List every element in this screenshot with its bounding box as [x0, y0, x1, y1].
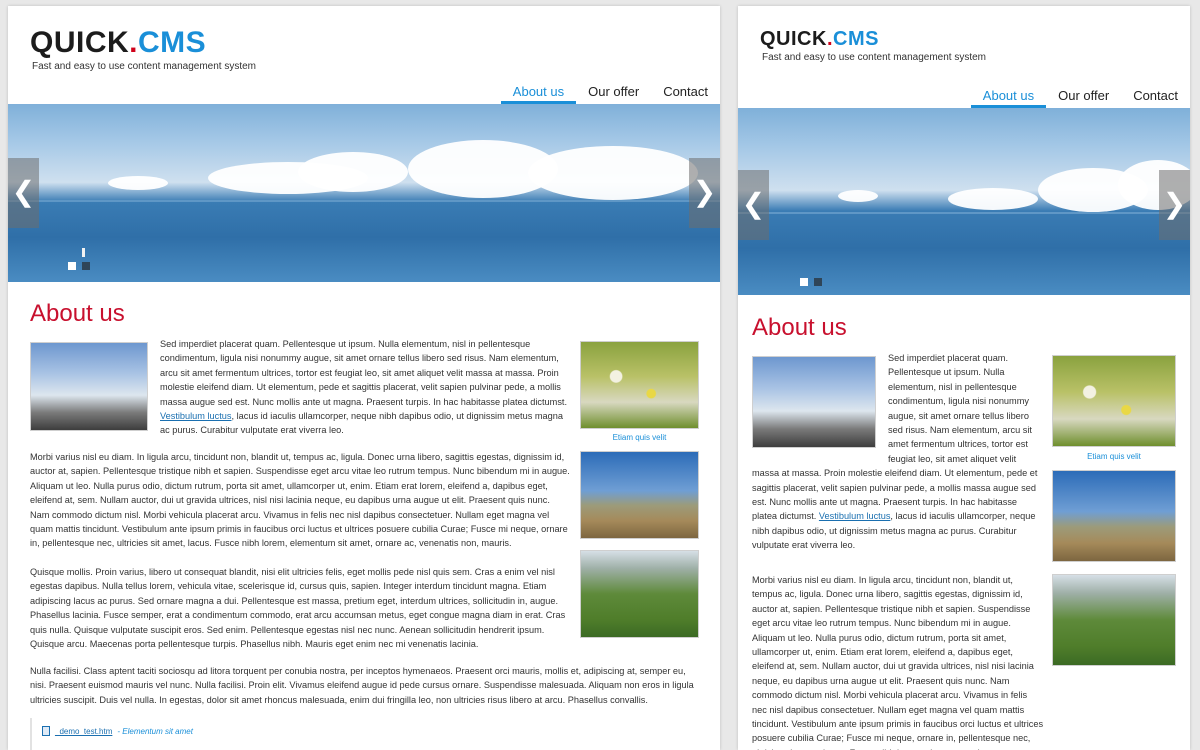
page-title: About us	[752, 314, 847, 341]
content-paragraph-2: Morbi varius nisl eu diam. In ligula arc…	[30, 452, 570, 549]
content-paragraph-1: Sed imperdiet placerat quam. Pellentesqu…	[752, 351, 1038, 551]
slider-next-button[interactable]: ❯	[1159, 170, 1190, 240]
nav-item-our-offer[interactable]: Our offer	[576, 82, 651, 104]
horizon-line	[738, 212, 1190, 214]
main-nav: About us Our offer Contact	[970, 86, 1190, 108]
chevron-left-icon: ❮	[11, 176, 36, 207]
content-paragraph-4: Nulla facilisi. Class aptent taciti soci…	[30, 666, 694, 705]
content-paragraph-2: Morbi varius nisl eu diam. In ligula arc…	[752, 575, 1044, 750]
slider-prev-button[interactable]: ❮	[738, 170, 769, 240]
wrap-spacer	[752, 351, 888, 459]
nav-item-about-us[interactable]: About us	[500, 82, 577, 104]
cloud	[298, 152, 408, 192]
narrow-page: QUICK.CMS Fast and easy to use content m…	[738, 6, 1190, 750]
file-list-border	[30, 718, 32, 750]
image-caption: Etiam quis velit	[612, 433, 667, 442]
slider-dot-1[interactable]	[800, 278, 808, 286]
hero-slider: ❮ ❯	[738, 108, 1190, 295]
main-nav: About us Our offer Contact	[500, 82, 720, 104]
page-title: About us	[30, 300, 125, 327]
slider-pagination	[800, 278, 822, 286]
sailboat	[82, 248, 85, 257]
slider-dot-2[interactable]	[82, 262, 90, 270]
flowers-image[interactable]	[580, 341, 699, 429]
file-link[interactable]: _demo_test.htm	[55, 727, 112, 736]
vestibulum-link[interactable]: Vestibulum luctus	[160, 411, 232, 421]
document-icon	[42, 726, 50, 736]
nav-item-contact[interactable]: Contact	[1121, 86, 1190, 108]
flowers-image[interactable]	[1052, 355, 1176, 447]
slider-prev-button[interactable]: ❮	[8, 158, 39, 228]
cloud	[528, 146, 698, 200]
file-description: - Elementum sit amet	[117, 726, 193, 736]
cloud	[108, 176, 168, 190]
cloud	[948, 188, 1038, 210]
site-tagline: Fast and easy to use content management …	[32, 61, 257, 72]
image-caption: Etiam quis velit	[1087, 452, 1141, 461]
chevron-right-icon: ❯	[1162, 188, 1187, 219]
vestibulum-link[interactable]: Vestibulum luctus	[819, 511, 891, 521]
chevron-left-icon: ❮	[741, 188, 766, 219]
content-paragraph-1: Sed imperdiet placerat quam. Pellentesqu…	[160, 339, 568, 436]
valley-image[interactable]	[1052, 574, 1176, 666]
valley-image[interactable]	[580, 550, 699, 638]
file-attachment: _demo_test.htm - Elementum sit amet	[42, 726, 193, 736]
nav-item-our-offer[interactable]: Our offer	[1046, 86, 1121, 108]
content-paragraph-3: Quisque mollis. Proin varius, libero ut …	[30, 567, 566, 650]
hero-slider: ❮ ❯	[8, 104, 720, 282]
site-logo[interactable]: QUICK.CMS	[30, 26, 206, 60]
nav-item-contact[interactable]: Contact	[651, 82, 720, 104]
cloud	[838, 190, 878, 202]
ship-image[interactable]	[30, 342, 148, 431]
desktop-page: QUICK.CMS Fast and easy to use content m…	[8, 6, 720, 750]
chevron-right-icon: ❯	[692, 176, 717, 207]
site-logo[interactable]: QUICK.CMS	[760, 28, 879, 51]
slider-pagination	[68, 262, 90, 270]
nav-item-about-us[interactable]: About us	[970, 86, 1047, 108]
mountain-image[interactable]	[580, 451, 699, 539]
slider-dot-2[interactable]	[814, 278, 822, 286]
horizon-line	[8, 200, 720, 202]
site-tagline: Fast and easy to use content management …	[762, 52, 987, 63]
slider-next-button[interactable]: ❯	[689, 158, 720, 228]
mountain-image[interactable]	[1052, 470, 1176, 562]
slider-dot-1[interactable]	[68, 262, 76, 270]
